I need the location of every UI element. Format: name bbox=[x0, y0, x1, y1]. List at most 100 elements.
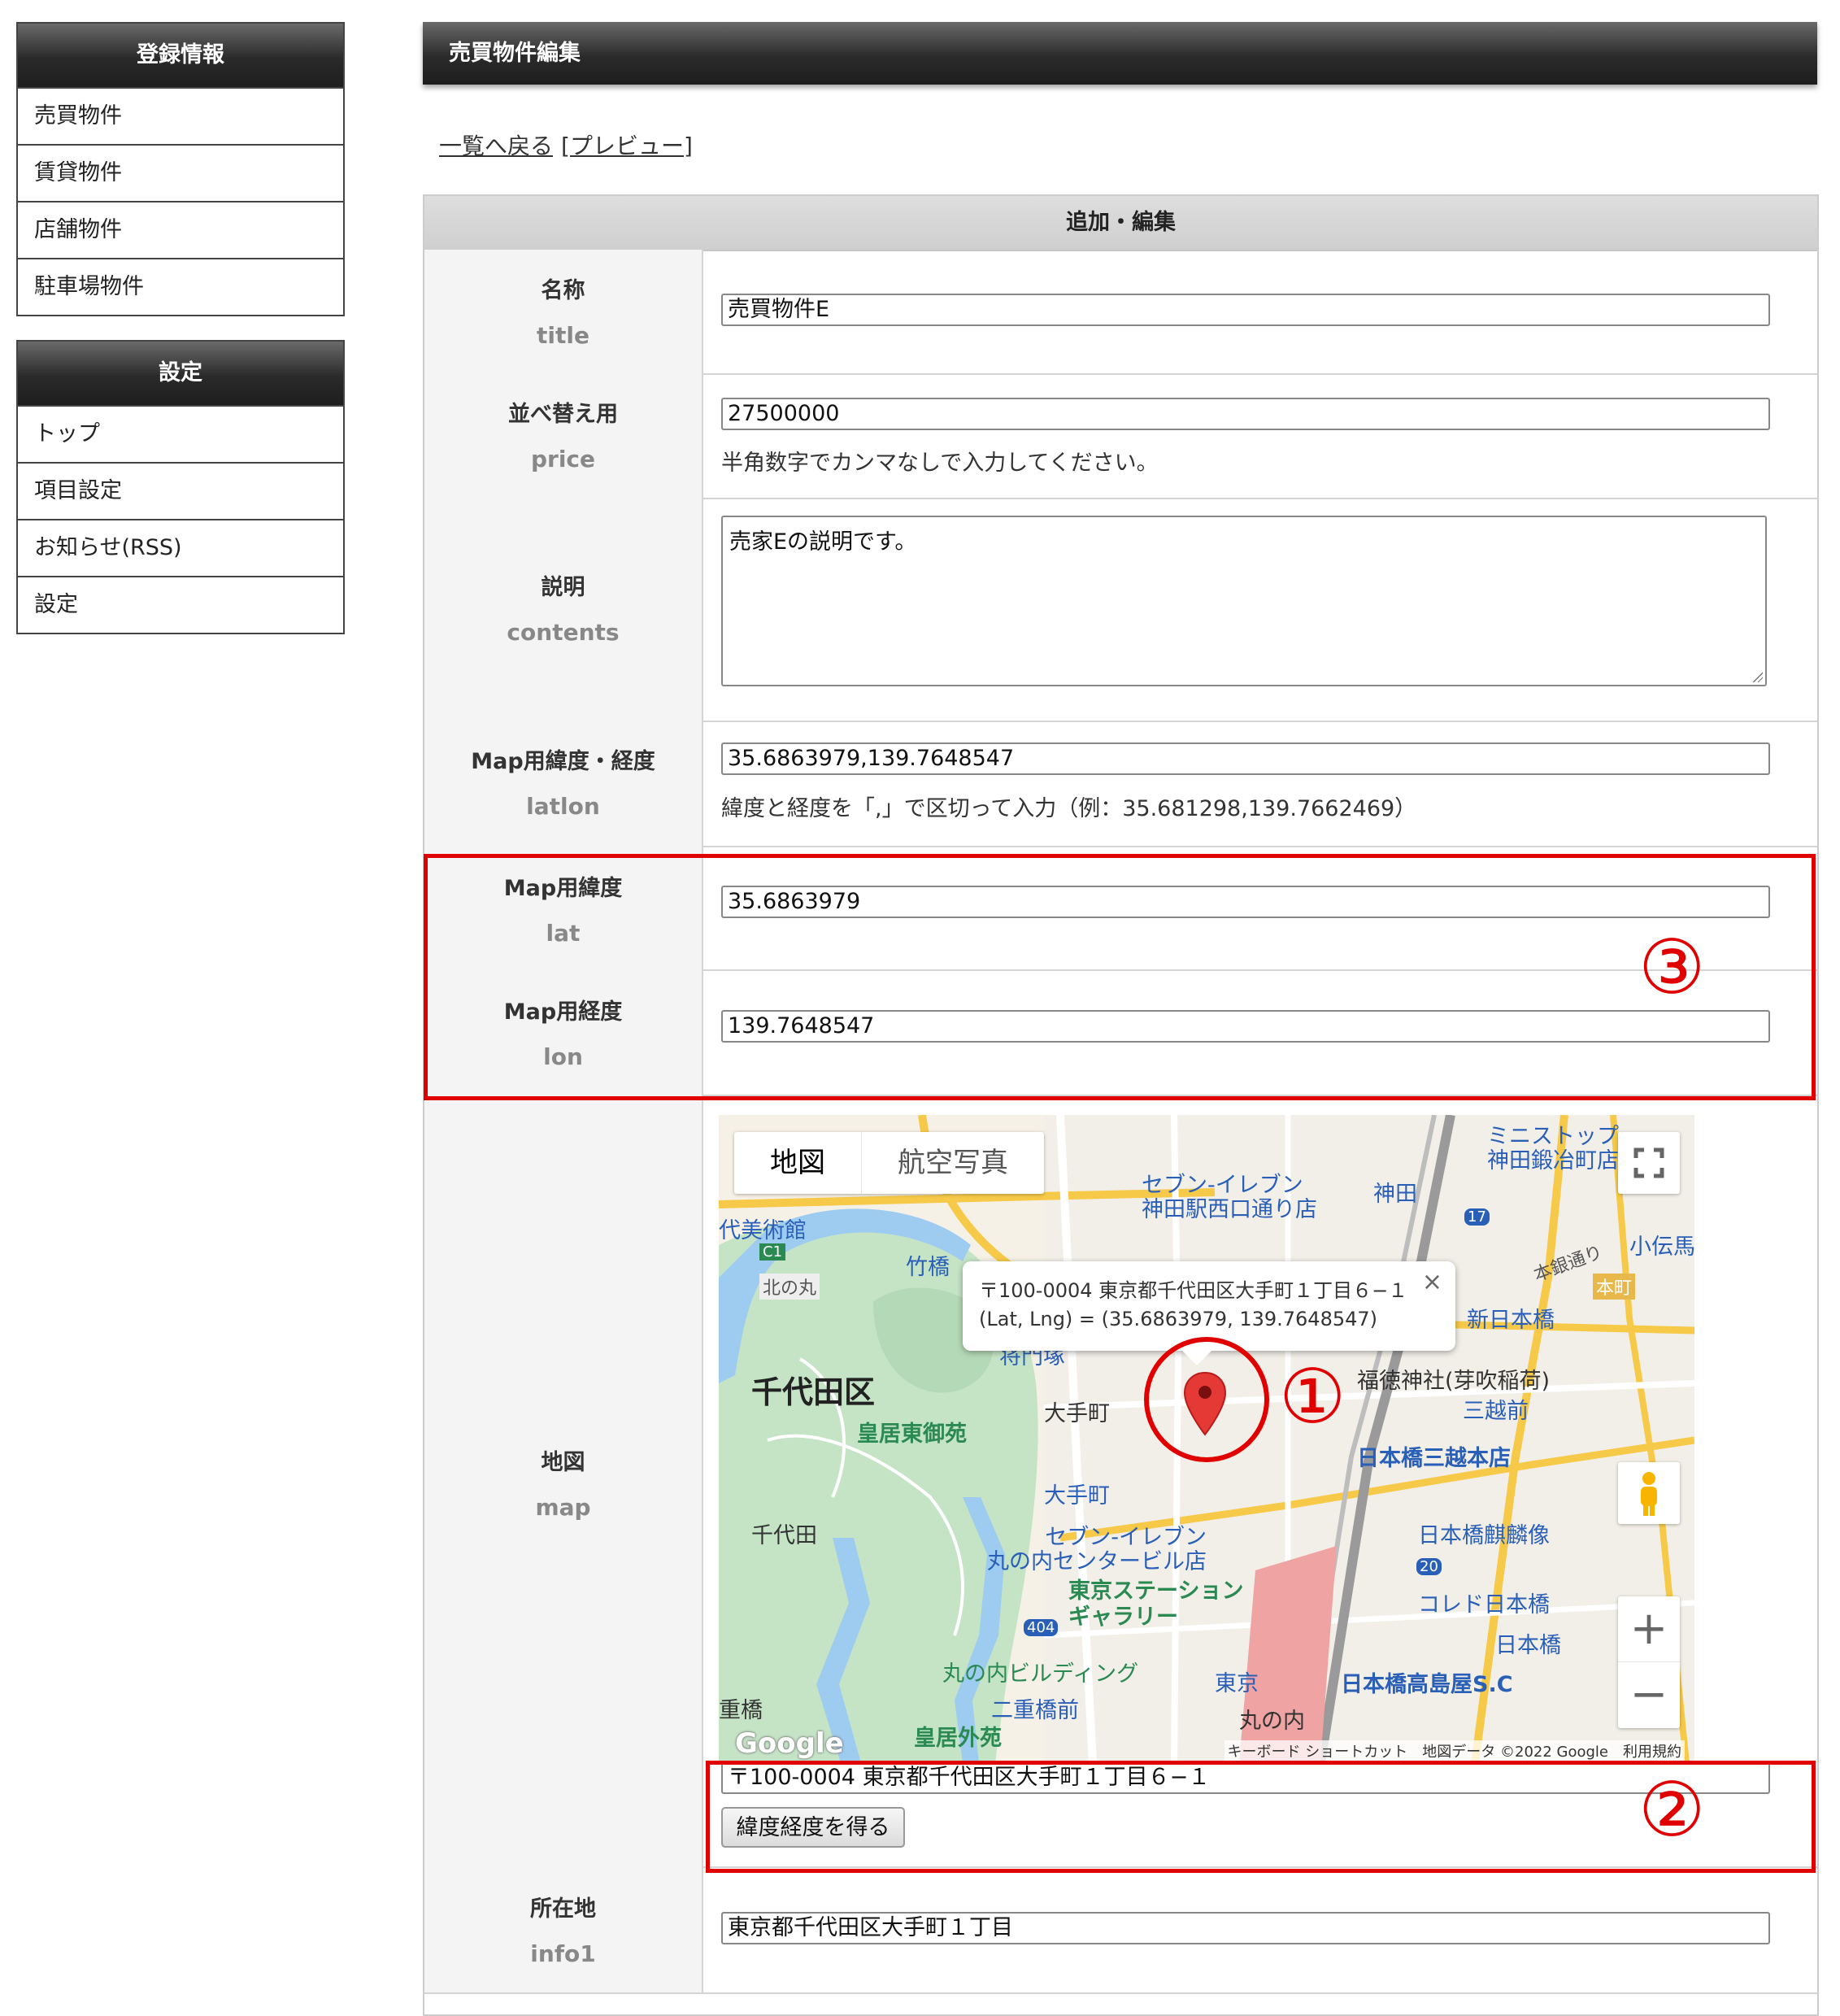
fullscreen-button[interactable] bbox=[1618, 1132, 1680, 1194]
page-title: 売買物件編集 bbox=[423, 22, 1817, 85]
back-to-list-link[interactable]: 一覧へ戻る bbox=[439, 133, 553, 159]
label-jp: Map用緯度・経度 bbox=[471, 749, 655, 774]
sidebar-registration: 登録情報 売買物件 賃貸物件 店舗物件 駐車場物件 bbox=[16, 22, 345, 316]
sidebar-item-rental[interactable]: 賃貸物件 bbox=[18, 144, 343, 201]
map-label-ministop: ミニストップ 神田鍛冶町店 bbox=[1487, 1124, 1619, 1173]
row-title-label: 名称 title bbox=[424, 250, 703, 373]
map-label-honcho: 本町 bbox=[1593, 1274, 1636, 1300]
label-jp: 名称 bbox=[541, 278, 585, 303]
row-price-label: 並べ替え用 price bbox=[424, 373, 703, 498]
map-label-r404: 404 bbox=[1024, 1619, 1059, 1636]
annotation-box-latlng bbox=[424, 854, 1816, 1100]
zoom-in-button[interactable]: + bbox=[1618, 1596, 1680, 1662]
map-label-seven-kanda: セブン-イレブン 神田駅西口通り店 bbox=[1142, 1173, 1317, 1222]
street-view-button[interactable] bbox=[1618, 1462, 1680, 1524]
row-title-cell: 売買物件E bbox=[703, 250, 1817, 373]
map-label-nihonbashi-takashimaya: 日本橋高島屋S.C bbox=[1341, 1672, 1513, 1697]
map-label-seven-marunouchi: セブン-イレブン 丸の内センタービル店 bbox=[987, 1525, 1207, 1574]
annotation-one: ① bbox=[1279, 1353, 1346, 1440]
info-latlng: (Lat, Lng) = (35.6863979, 139.7648547) bbox=[979, 1308, 1378, 1330]
row-contents-label: 説明 contents bbox=[424, 498, 703, 721]
map-label-kitanomaru: 北の丸 bbox=[759, 1274, 820, 1300]
sidebar-settings: 設定 トップ 項目設定 お知らせ(RSS) 設定 bbox=[16, 340, 345, 634]
sidebar-settings-title: 設定 bbox=[18, 342, 343, 405]
zoom-out-button[interactable]: − bbox=[1618, 1662, 1680, 1727]
map-label-nihonbashi-mitsukoshi: 日本橋三越本店 bbox=[1357, 1446, 1511, 1471]
fullscreen-icon bbox=[1633, 1147, 1664, 1178]
map-label-koukyo-gaien: 皇居外苑 bbox=[914, 1726, 1002, 1751]
map-label-bijutsukan: 代美術館 bbox=[719, 1218, 807, 1243]
sidebar-item-news[interactable]: お知らせ(RSS) bbox=[18, 519, 343, 576]
map-label-fukutoku: 福徳神社(芽吹稲荷) bbox=[1357, 1369, 1551, 1394]
map-label-r17: 17 bbox=[1464, 1208, 1490, 1226]
sidebar-item-settings[interactable]: 設定 bbox=[18, 576, 343, 633]
resize-grip-icon[interactable] bbox=[1751, 671, 1763, 682]
sidebar-registration-title: 登録情報 bbox=[18, 24, 343, 87]
map-label-otemachi-area: 大手町 bbox=[1044, 1401, 1110, 1426]
sidebar-item-store[interactable]: 店舗物件 bbox=[18, 201, 343, 258]
map-label-kanda: 神田 bbox=[1373, 1182, 1417, 1207]
annotation-circle bbox=[1144, 1337, 1269, 1462]
row-price-cell: 27500000 半角数字でカンマなしで入力してください。 bbox=[703, 373, 1817, 498]
sidebar-item-fields[interactable]: 項目設定 bbox=[18, 462, 343, 519]
close-icon[interactable]: × bbox=[1422, 1268, 1442, 1296]
map-label-marunouchi-bldg: 丸の内ビルディング bbox=[942, 1661, 1139, 1687]
price-note: 半角数字でカンマなしで入力してください。 bbox=[721, 451, 1159, 476]
row-info1-label: 所在地 info1 bbox=[424, 1866, 703, 1992]
map-label-koukyo-higashi: 皇居東御苑 bbox=[857, 1422, 967, 1447]
map-label-nihonbashi-kirin: 日本橋麒麟像 bbox=[1418, 1523, 1550, 1548]
info1-input[interactable]: 東京都千代田区大手町１丁目 bbox=[721, 1912, 1770, 1944]
label-key: contents bbox=[507, 619, 620, 646]
label-key: price bbox=[530, 446, 596, 472]
info-address: 〒100-0004 東京都千代田区大手町１丁目６−１ bbox=[979, 1279, 1408, 1302]
sidebar-item-parking[interactable]: 駐車場物件 bbox=[18, 258, 343, 315]
price-input[interactable]: 27500000 bbox=[721, 398, 1770, 430]
map-label-jubashi: 重橋 bbox=[719, 1698, 763, 1723]
map-type-tabs: 地図 航空写真 bbox=[734, 1132, 1044, 1194]
label-key: map bbox=[535, 1494, 591, 1521]
zoom-control: + − bbox=[1618, 1596, 1680, 1728]
contents-text: 売家Eの説明です。 bbox=[729, 529, 917, 555]
row-info1: 所在地 info1 東京都千代田区大手町１丁目 bbox=[424, 1866, 1817, 1994]
label-jp: 並べ替え用 bbox=[508, 402, 618, 427]
map-label-tokyo-station-gallery: 東京ステーション ギャラリー bbox=[1068, 1578, 1244, 1630]
label-jp: 地図 bbox=[541, 1450, 585, 1475]
label-key: title bbox=[537, 322, 589, 349]
map-label-chiyoda: 千代田区 bbox=[751, 1374, 876, 1410]
map-label-chiyoda-small: 千代田 bbox=[751, 1523, 817, 1548]
latlon-note: 緯度と経度を「,」で区切って入力（例：35.681298,139.7662469… bbox=[721, 796, 1417, 821]
google-logo: Google bbox=[735, 1727, 844, 1760]
map-label-c1: C1 bbox=[759, 1243, 786, 1261]
map-label-marunouchi: 丸の内 bbox=[1239, 1709, 1305, 1734]
map-label-otemachi: 大手町 bbox=[1044, 1483, 1110, 1509]
tab-map[interactable]: 地図 bbox=[734, 1132, 862, 1194]
row-latlon-label: Map用緯度・経度 latlon bbox=[424, 721, 703, 846]
map-label-mitsukoshimae: 三越前 bbox=[1463, 1399, 1529, 1424]
sidebar-item-top[interactable]: トップ bbox=[18, 405, 343, 462]
label-key: info1 bbox=[530, 1940, 596, 1967]
tab-satellite[interactable]: 航空写真 bbox=[862, 1132, 1044, 1194]
latlon-input[interactable]: 35.6863979,139.7648547 bbox=[721, 742, 1770, 775]
map-label-coredo: コレド日本橋 bbox=[1418, 1592, 1550, 1618]
sidebar-item-sale[interactable]: 売買物件 bbox=[18, 87, 343, 144]
annotation-three: ③ bbox=[1638, 924, 1706, 1011]
pegman-icon bbox=[1641, 1472, 1657, 1516]
map-label-shin-nihonbashi: 新日本橋 bbox=[1467, 1308, 1555, 1333]
map-label-tokyo: 東京 bbox=[1215, 1671, 1259, 1696]
row-map-label: 地図 map bbox=[424, 1095, 703, 1866]
row-info1-cell: 東京都千代田区大手町１丁目 bbox=[703, 1866, 1817, 1992]
title-input[interactable]: 売買物件E bbox=[721, 294, 1770, 326]
contents-textarea[interactable]: 売家Eの説明です。 bbox=[721, 516, 1767, 686]
row-contents: 説明 contents 売家Eの説明です。 bbox=[424, 498, 1817, 722]
nav-links: 一覧へ戻る [プレビュー] bbox=[439, 128, 701, 161]
row-latlon-cell: 35.6863979,139.7648547 緯度と経度を「,」で区切って入力（… bbox=[703, 721, 1817, 846]
map-footer[interactable]: キーボード ショートカット 地図データ ©2022 Google 利用規約 bbox=[1224, 1740, 1685, 1761]
row-price: 並べ替え用 price 27500000 半角数字でカンマなしで入力してください… bbox=[424, 373, 1817, 499]
row-latlon: Map用緯度・経度 latlon 35.6863979,139.7648547 … bbox=[424, 721, 1817, 847]
row-title: 名称 title 売買物件E bbox=[424, 250, 1817, 375]
label-jp: 説明 bbox=[541, 575, 585, 600]
map-label-nijubashimae: 二重橋前 bbox=[991, 1698, 1079, 1723]
map-label-kodenma: 小伝馬 bbox=[1629, 1234, 1694, 1260]
map-label-nihonbashi: 日本橋 bbox=[1495, 1633, 1561, 1658]
preview-link[interactable]: [プレビュー] bbox=[561, 133, 693, 159]
